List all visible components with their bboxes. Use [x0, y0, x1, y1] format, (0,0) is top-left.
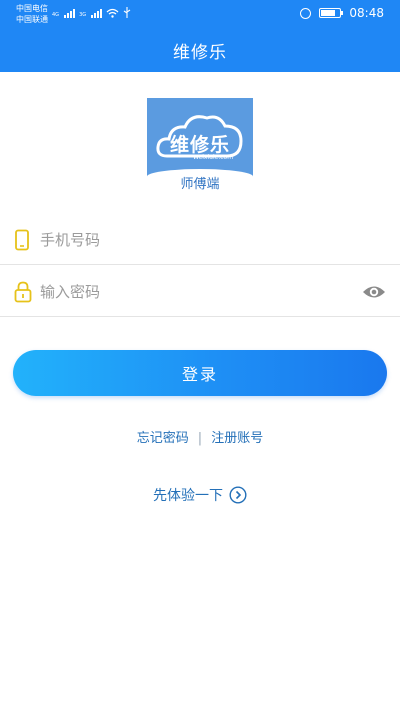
alarm-icon: [300, 7, 312, 19]
lock-icon: [14, 281, 32, 303]
wifi-icon: [106, 8, 119, 18]
register-link[interactable]: 注册账号: [211, 431, 263, 446]
password-field: [0, 267, 400, 317]
forgot-password-link[interactable]: 忘记密码: [137, 431, 189, 446]
logo-domain: Weixiule.com: [193, 154, 234, 161]
password-input[interactable]: [40, 279, 340, 305]
signal-indicators: 4G 3G: [52, 7, 131, 18]
status-bar: 中国电信 中国联通 4G 3G 08:48: [0, 0, 400, 28]
login-button[interactable]: 登录: [13, 350, 387, 396]
app-logo: 维修乐 Weixiule.com 师傅端: [147, 98, 253, 194]
carrier-info: 中国电信 中国联通: [16, 3, 48, 25]
page-title: 维修乐: [173, 43, 227, 63]
phone-field: [0, 215, 400, 265]
logo-name: 维修乐: [169, 134, 230, 156]
signal-bars-icon: [64, 9, 76, 18]
battery-icon: [319, 8, 344, 18]
usb-icon: [123, 7, 131, 18]
link-separator: |: [197, 431, 203, 446]
trial-link[interactable]: 先体验一下: [0, 485, 400, 505]
network-1-label: 4G: [52, 12, 60, 18]
status-right: 08:48: [300, 6, 384, 20]
logo-subtitle: 师傅端: [180, 177, 220, 192]
carrier-1-label: 中国电信: [16, 4, 48, 13]
chevron-right-circle-icon: [229, 486, 247, 504]
status-time: 08:48: [349, 6, 384, 20]
account-links: 忘记密码 | 注册账号: [0, 427, 400, 446]
signal-bars-icon: [91, 9, 103, 18]
network-2-label: 3G: [79, 12, 87, 18]
eye-icon[interactable]: [362, 282, 386, 302]
trial-label: 先体验一下: [153, 488, 223, 504]
carrier-2-label: 中国联通: [16, 15, 48, 24]
phone-input[interactable]: [40, 227, 340, 253]
phone-icon: [15, 229, 29, 251]
battery-level: [321, 10, 336, 16]
app-header: 中国电信 中国联通 4G 3G 08:48 维修乐: [0, 0, 400, 72]
